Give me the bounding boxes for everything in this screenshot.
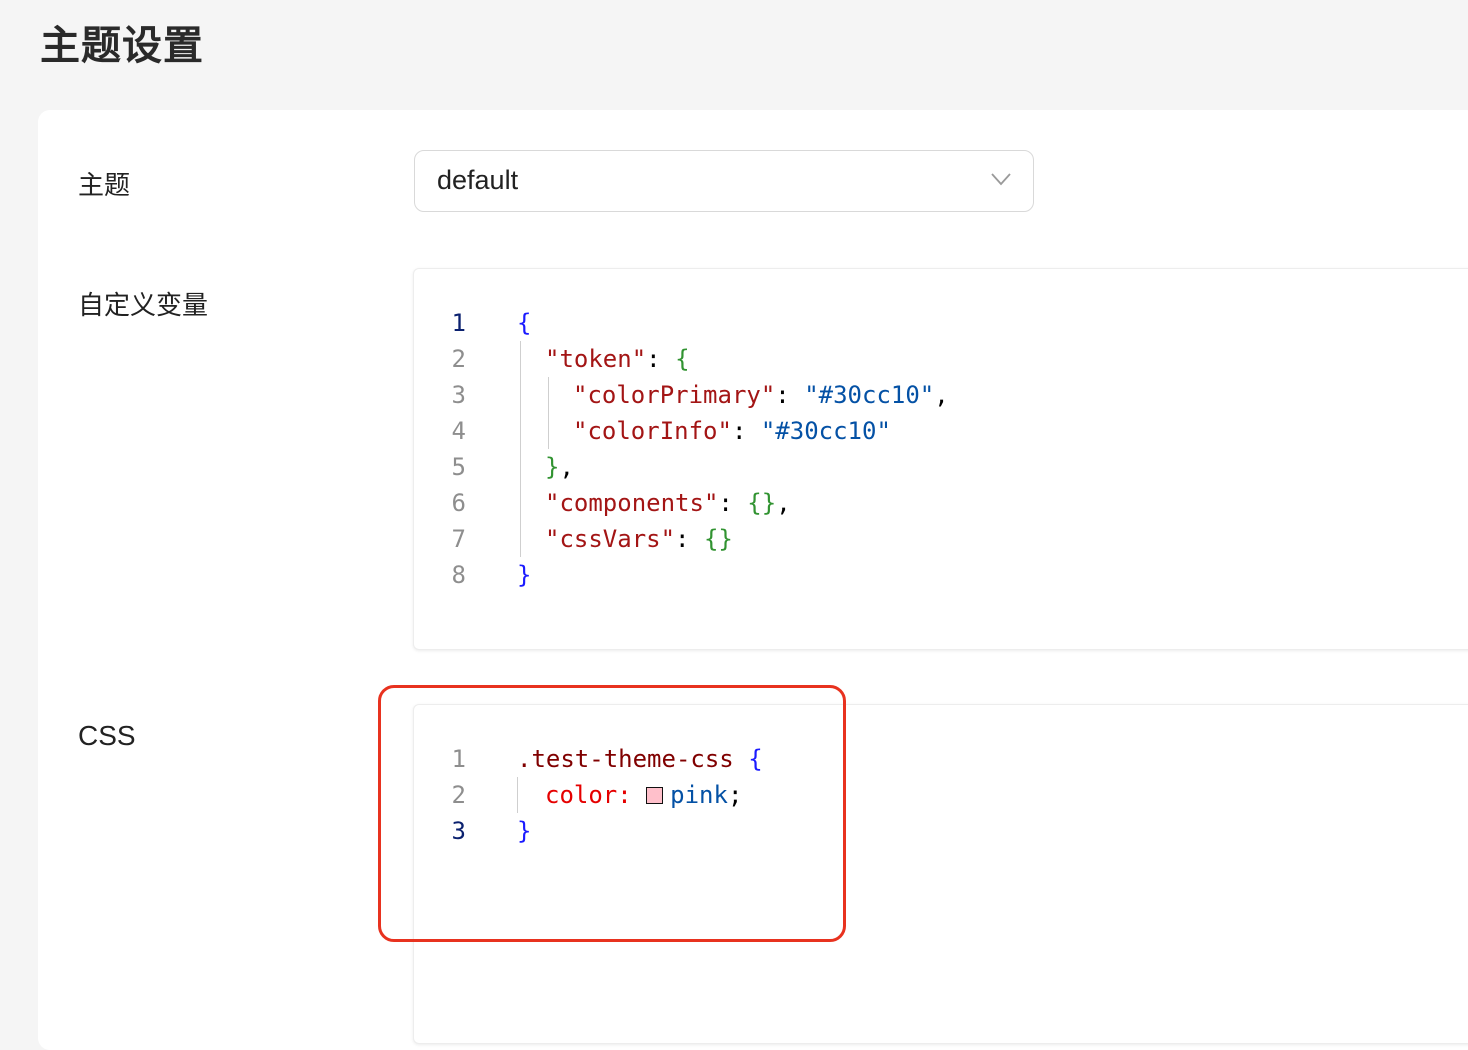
code-line[interactable]: 5},	[414, 449, 1468, 485]
code-token: ;	[727, 781, 743, 809]
code-token: :	[646, 345, 676, 373]
code-text: "cssVars": {}	[545, 521, 733, 557]
code-line[interactable]: 4 "colorInfo": "#30cc10"	[414, 413, 1468, 449]
code-token: :	[731, 417, 761, 445]
code-token: :	[718, 489, 748, 517]
line-number: 2	[451, 345, 466, 373]
code-text: }	[517, 557, 531, 593]
code-token: ,	[934, 381, 949, 409]
code-token: :	[775, 381, 805, 409]
code-token: "#30cc10"	[760, 417, 891, 445]
code-line[interactable]: 8}	[414, 557, 1468, 593]
code-token: "#30cc10"	[804, 381, 935, 409]
code-token: }	[517, 817, 532, 845]
line-number: 4	[451, 417, 466, 445]
code-token: color	[545, 781, 618, 809]
code-text: color: pink;	[545, 777, 742, 813]
code-text: "token": {	[545, 341, 690, 377]
code-line[interactable]: 3}	[414, 813, 1468, 849]
line-number: 6	[451, 489, 466, 517]
code-line[interactable]: 3 "colorPrimary": "#30cc10",	[414, 377, 1468, 413]
line-number: 7	[451, 525, 466, 553]
code-token: }	[545, 453, 560, 481]
line-number: 3	[451, 381, 466, 409]
code-token: }	[517, 561, 532, 589]
code-token: :	[675, 525, 704, 553]
code-text: }	[517, 813, 531, 849]
code-token: "colorInfo"	[573, 417, 732, 445]
code-token: "components"	[545, 489, 719, 517]
code-token: pink	[670, 781, 728, 809]
code-text: .test-theme-css {	[517, 741, 763, 777]
theme-select-value: default	[437, 165, 519, 195]
line-number: 3	[451, 817, 466, 845]
page-title: 主题设置	[40, 23, 204, 69]
code-line[interactable]: 1 .test-theme-css {	[414, 741, 1468, 777]
code-line[interactable]: 2 "token": {	[414, 341, 1468, 377]
line-number: 5	[451, 453, 466, 481]
custom-vars-label: 自定义变量	[78, 291, 209, 321]
code-token: {}	[747, 489, 777, 517]
line-number: 8	[451, 561, 466, 589]
code-token: "colorPrimary"	[573, 381, 776, 409]
code-token: {	[517, 309, 532, 337]
code-token: {	[748, 745, 763, 773]
code-token: {}	[703, 525, 733, 553]
css-editor[interactable]: 1 .test-theme-css {2 color: pink; 3}	[413, 704, 1468, 1044]
chevron-down-icon	[991, 173, 1011, 186]
code-text: },	[545, 449, 574, 485]
code-text: "colorPrimary": "#30cc10",	[573, 377, 949, 413]
code-token: "cssVars"	[545, 525, 676, 553]
css-label: CSS	[78, 720, 136, 751]
theme-label: 主题	[78, 171, 131, 201]
code-token: {	[675, 345, 690, 373]
code-token: :	[617, 781, 647, 809]
code-line[interactable]: 1{	[414, 305, 1468, 341]
code-line[interactable]: 6 "components": {},	[414, 485, 1468, 521]
code-text: "colorInfo": "#30cc10"	[573, 413, 891, 449]
line-number: 2	[451, 781, 466, 809]
code-line[interactable]: 7 "cssVars": {}	[414, 521, 1468, 557]
theme-select[interactable]: default	[414, 150, 1034, 212]
code-token: ,	[559, 453, 574, 481]
line-number: 1	[451, 309, 466, 337]
color-swatch-icon[interactable]	[646, 787, 664, 804]
line-number: 1	[451, 745, 466, 773]
code-token: ,	[776, 489, 791, 517]
code-text: {	[517, 305, 531, 341]
code-line[interactable]: 2 color: pink;	[414, 777, 1468, 813]
code-token: .test-theme-css	[517, 745, 734, 773]
code-text: "components": {},	[545, 485, 791, 521]
json-editor[interactable]: 1{2 "token": {3 "colorPrimary": "#30cc10",…	[413, 268, 1468, 650]
code-token: "token"	[545, 345, 647, 373]
